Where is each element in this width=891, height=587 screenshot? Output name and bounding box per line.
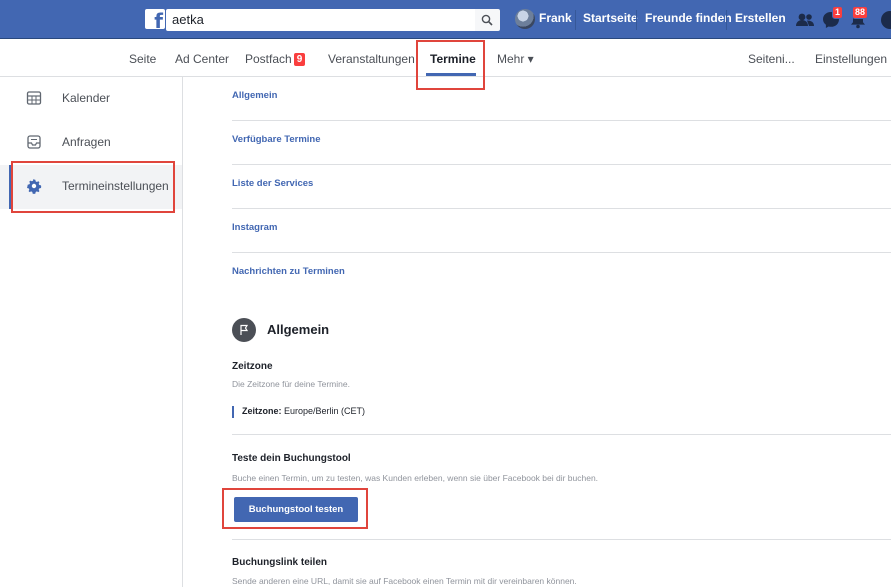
tab-mehr[interactable]: Mehr ▾: [497, 52, 534, 66]
share-link-description: Sende anderen eine URL, damit sie auf Fa…: [232, 576, 577, 586]
avatar[interactable]: [515, 9, 535, 29]
tab-einstellungen[interactable]: Einstellungen: [815, 52, 887, 66]
create-link[interactable]: Erstellen: [735, 11, 786, 25]
tab-seite[interactable]: Seite: [129, 52, 156, 66]
timezone-label: Zeitzone:: [242, 406, 282, 416]
timezone-accent-bar: [232, 406, 234, 418]
settings-link-nachrichten[interactable]: Nachrichten zu Terminen: [232, 253, 891, 297]
settings-link-instagram[interactable]: Instagram: [232, 209, 891, 253]
divider: [232, 434, 891, 435]
sidebar-item-kalender[interactable]: Kalender: [0, 77, 182, 121]
sidebar: Kalender Anfragen Termineinstellungen: [0, 77, 183, 587]
profile-link[interactable]: Frank: [539, 11, 572, 25]
calendar-icon: [26, 91, 42, 105]
facebook-logo-icon[interactable]: f: [145, 9, 165, 31]
section-title: Allgemein: [267, 322, 330, 337]
search-input[interactable]: aetka: [166, 9, 475, 31]
settings-link-label: Nachrichten zu Terminen: [232, 266, 345, 277]
timezone-heading: Zeitzone: [232, 361, 273, 372]
divider: [232, 539, 891, 540]
divider: [726, 10, 727, 30]
home-link[interactable]: Startseite: [583, 11, 638, 25]
tab-ad-center[interactable]: Ad Center: [175, 52, 229, 66]
divider: [575, 10, 576, 30]
highlight-box-termine-tab: [416, 40, 485, 90]
top-navigation-bar: f aetka Frank Startseite Freunde finden …: [0, 0, 891, 39]
tab-postfach-label: Postfach: [245, 52, 292, 66]
timezone-description: Die Zeitzone für deine Termine.: [232, 379, 350, 389]
test-tool-heading: Teste dein Buchungstool: [232, 453, 351, 464]
postfach-badge: 9: [293, 53, 306, 66]
test-tool-description: Buche einen Termin, um zu testen, was Ku…: [232, 473, 599, 483]
settings-link-label: Verfügbare Termine: [232, 134, 321, 145]
settings-link-verfuegbare-termine[interactable]: Verfügbare Termine: [232, 121, 891, 165]
messages-badge: 1: [832, 6, 844, 19]
divider: [636, 10, 637, 30]
find-friends-link[interactable]: Freunde finden: [645, 11, 732, 25]
timezone-value: Europe/Berlin (CET): [284, 406, 366, 416]
settings-link-label: Liste der Services: [232, 178, 314, 189]
sidebar-item-label: Kalender: [62, 91, 111, 105]
timezone-value-row: Zeitzone: Europe/Berlin (CET): [242, 406, 365, 416]
share-link-heading: Buchungslink teilen: [232, 557, 328, 568]
highlight-box-test-button: [222, 488, 368, 529]
tab-veranstaltungen[interactable]: Veranstaltungen: [328, 52, 415, 66]
settings-link-label: Instagram: [232, 222, 278, 233]
settings-link-label: Allgemein: [232, 90, 278, 101]
notifications-badge: 88: [852, 6, 869, 19]
settings-link-liste-der-services[interactable]: Liste der Services: [232, 165, 891, 209]
search-icon: [481, 14, 493, 26]
help-icon[interactable]: [881, 11, 891, 29]
settings-link-allgemein[interactable]: Allgemein: [232, 77, 891, 121]
search-button[interactable]: [475, 9, 500, 31]
flag-icon: [232, 318, 256, 342]
inbox-icon: [27, 135, 41, 149]
tab-postfach[interactable]: Postfach 9: [245, 52, 306, 66]
sidebar-item-anfragen[interactable]: Anfragen: [0, 121, 182, 165]
highlight-box-termineinstellungen: [11, 161, 175, 213]
sidebar-item-label: Anfragen: [62, 135, 111, 149]
friend-requests-icon[interactable]: [794, 9, 816, 31]
tab-seiteninfo[interactable]: Seiteni...: [748, 52, 795, 66]
